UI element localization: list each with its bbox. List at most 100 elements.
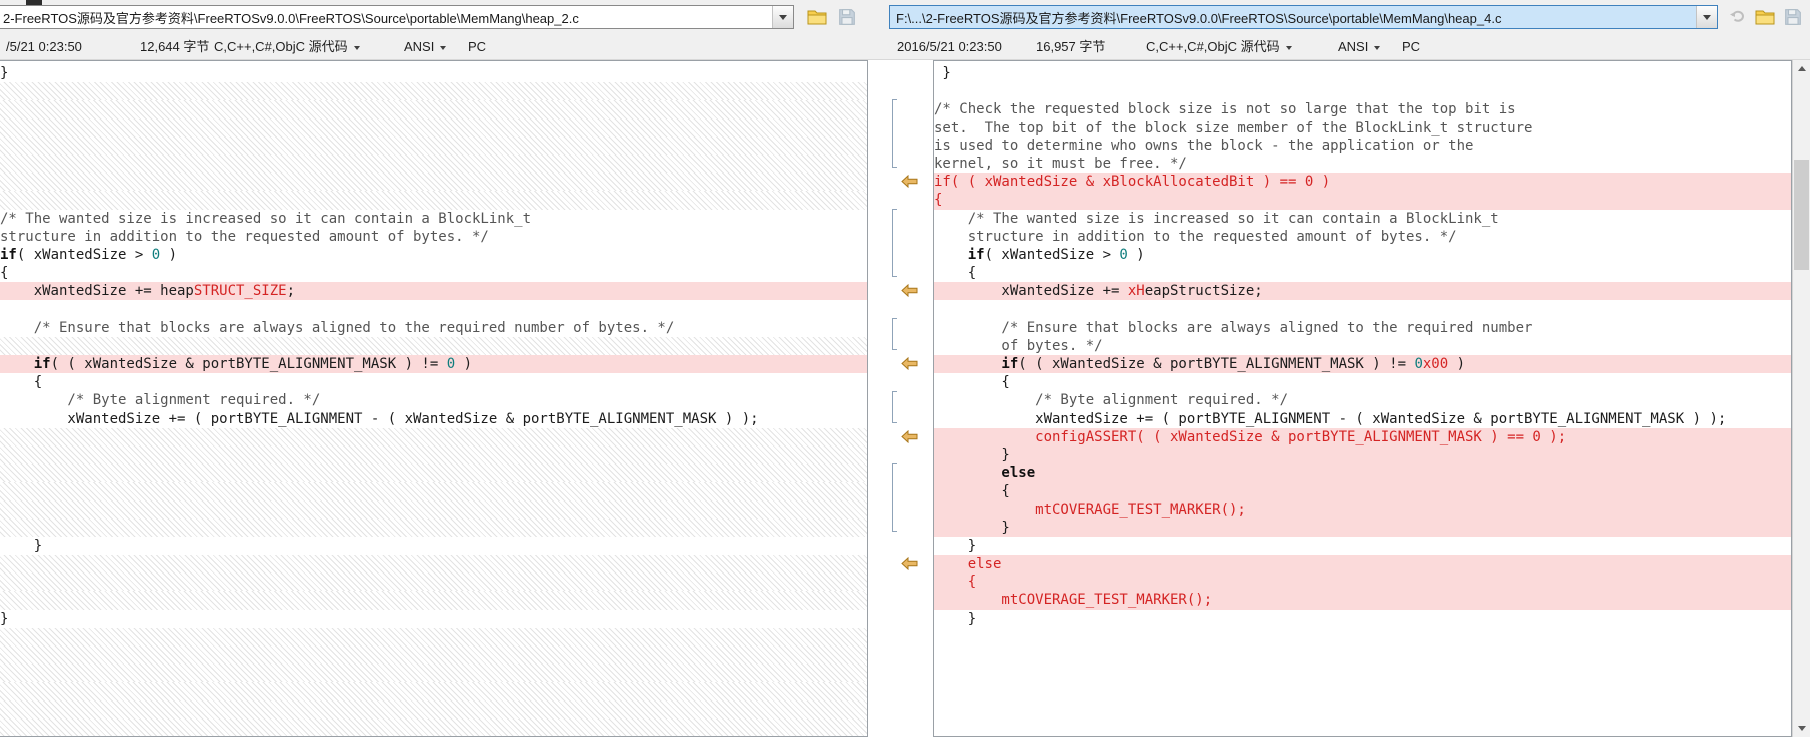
code-line: } [934, 610, 1791, 628]
left-path-dropdown-button[interactable] [772, 6, 793, 28]
left-code-pane[interactable]: } /* The wanted size is increased so it c… [0, 60, 868, 737]
missing-lines-hatch [0, 573, 867, 592]
left-path-text: 2-FreeRTOS源码及官方参考资料\FreeRTOSv9.0.0\FreeR… [3, 10, 579, 26]
right-code-pane[interactable]: } /* Check the requested block size is no… [933, 60, 1792, 737]
code-line: } [0, 537, 867, 555]
right-save-button[interactable] [1780, 5, 1806, 29]
code-segment: /* Byte alignment required. */ [1035, 392, 1289, 409]
code-segment: } [1001, 519, 1010, 536]
missing-lines-hatch [0, 591, 867, 610]
code-segment: if [1001, 356, 1019, 372]
missing-lines-hatch [0, 154, 867, 174]
diff-arrow-icon [901, 281, 918, 299]
left-browse-folder-button[interactable] [804, 5, 830, 29]
code-line: else [934, 464, 1791, 483]
code-segment: /* Ensure that blocks are always aligned… [1001, 319, 1533, 336]
code-line: } [934, 64, 1791, 82]
code-line: if( xWantedSize > 0 ) [0, 246, 867, 264]
section-bracket [892, 317, 897, 351]
code-segment: x00 [1422, 356, 1449, 372]
missing-lines-hatch [0, 445, 867, 465]
right-undo-button[interactable] [1724, 5, 1750, 29]
code-line: } [934, 518, 1791, 537]
missing-lines-hatch [0, 336, 867, 355]
left-format-dropdown[interactable]: C,C++,C#,ObjC 源代码 [214, 34, 360, 59]
missing-lines-hatch [0, 464, 867, 483]
right-path-dropdown-button[interactable] [1696, 6, 1717, 28]
code-segment: xWantedSize += [1001, 283, 1128, 300]
left-line-ending: PC [468, 39, 487, 54]
code-segment: ) [160, 246, 178, 263]
code-line: configASSERT( ( xWantedSize & portBYTE_A… [934, 427, 1791, 446]
code-line: if( ( xWantedSize & xBlockAllocatedBit )… [934, 173, 1791, 192]
left-format-label: C,C++,C#,ObjC 源代码 [214, 39, 348, 54]
code-segment: structure in addition to the requested a… [967, 228, 1457, 245]
code-segment: 0 [446, 356, 456, 372]
code-line: set. The top bit of the block size membe… [934, 119, 1791, 137]
code-line: kernel, so it must be free. */ [934, 155, 1791, 173]
code-segment: ( ( xWantedSize & portBYTE_ALIGNMENT_MAS… [50, 356, 447, 372]
scroll-down-button[interactable] [1793, 720, 1810, 737]
scroll-down-icon [1797, 726, 1806, 731]
missing-lines-hatch [0, 100, 867, 119]
code-segment: ( xWantedSize > [984, 246, 1120, 263]
code-segment: xWantedSize += heap [33, 283, 194, 300]
file-info-bar: /5/21 0:23:50 12,644 字节 C,C++,C#,ObjC 源代… [0, 34, 1810, 60]
code-line: { [0, 264, 867, 282]
code-segment: { [967, 574, 977, 591]
scroll-up-button[interactable] [1793, 60, 1810, 77]
left-path-combobox[interactable]: 2-FreeRTOS源码及官方参考资料\FreeRTOSv9.0.0\FreeR… [0, 5, 794, 29]
code-segment: ; [286, 283, 296, 300]
code-line: of bytes. */ [934, 337, 1791, 355]
code-segment: /* Check the requested block size is not… [934, 101, 1516, 118]
right-path-text: F:\...\2-FreeRTOS源码及官方参考资料\FreeRTOSv9.0.… [896, 10, 1502, 26]
code-segment: } [967, 537, 977, 554]
code-line: { [934, 264, 1791, 282]
code-line: { [934, 482, 1791, 501]
left-file-size: 12,644 字节 [140, 39, 210, 54]
code-segment: ) [455, 356, 473, 372]
vertical-scrollbar[interactable] [1792, 60, 1810, 737]
right-format-dropdown[interactable]: C,C++,C#,ObjC 源代码 [1146, 34, 1292, 59]
code-segment: /* The wanted size is increased so it ca… [0, 210, 532, 227]
code-line: { [0, 373, 867, 391]
code-line: xWantedSize += xHeapStructSize; [934, 282, 1791, 301]
chevron-down-icon [353, 45, 360, 50]
code-line: xWantedSize += heapSTRUCT_SIZE; [0, 282, 867, 301]
code-segment: is used to determine who owns the block … [934, 137, 1474, 154]
code-line: /* The wanted size is increased so it ca… [934, 210, 1791, 228]
code-segment: { [1001, 483, 1010, 500]
file-compare-window: 2-FreeRTOS源码及官方参考资料\FreeRTOSv9.0.0\FreeR… [0, 0, 1810, 737]
code-line: else [934, 555, 1791, 574]
code-segment: xWantedSize += ( portBYTE_ALIGNMENT - ( … [1035, 410, 1727, 427]
scrollbar-thumb[interactable] [1794, 160, 1809, 270]
missing-lines-hatch [0, 82, 867, 101]
code-segment: { [934, 192, 943, 209]
code-segment: /* The wanted size is increased so it ca… [967, 210, 1499, 227]
code-line: if( ( xWantedSize & portBYTE_ALIGNMENT_M… [934, 355, 1791, 374]
code-segment: of bytes. */ [1001, 337, 1103, 354]
folder-icon [1755, 10, 1775, 25]
missing-lines-hatch [0, 500, 867, 519]
code-line: } [0, 610, 867, 628]
right-encoding-dropdown[interactable]: ANSI [1338, 34, 1381, 59]
code-segment: ) [1127, 246, 1145, 263]
code-segment: } [942, 65, 951, 81]
section-bracket [892, 463, 897, 533]
code-segment: xWantedSize += ( portBYTE_ALIGNMENT - ( … [67, 410, 759, 427]
right-path-combobox[interactable]: F:\...\2-FreeRTOS源码及官方参考资料\FreeRTOSv9.0.… [889, 5, 1718, 29]
missing-lines-hatch [0, 555, 867, 574]
right-browse-folder-button[interactable] [1752, 5, 1778, 29]
left-save-button[interactable] [834, 5, 860, 29]
missing-lines-hatch [0, 136, 867, 155]
code-segment: } [967, 610, 977, 627]
section-bracket [892, 99, 897, 169]
code-line: is used to determine who owns the block … [934, 137, 1791, 155]
code-segment: } [1001, 446, 1010, 463]
diff-gutter [868, 60, 933, 737]
left-encoding-dropdown[interactable]: ANSI [404, 34, 447, 59]
